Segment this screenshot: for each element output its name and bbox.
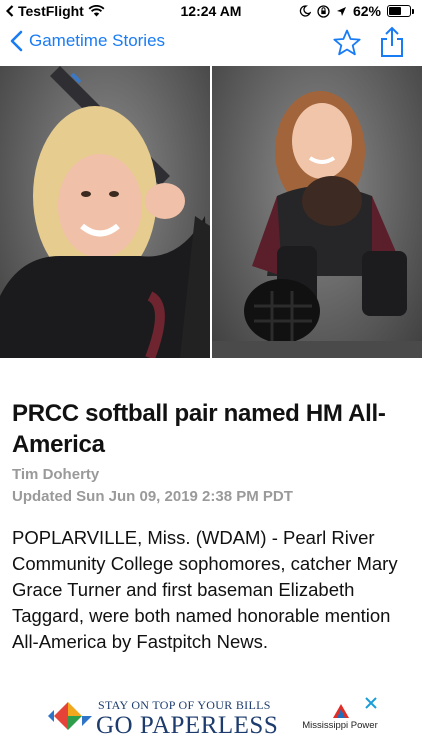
back-to-app-icon	[6, 5, 14, 17]
back-button-label: Gametime Stories	[29, 31, 166, 50]
back-to-app-label: TestFlight	[18, 3, 84, 19]
article: PRCC softball pair named HM All-America …	[0, 358, 422, 655]
paperless-arrow-logo-icon	[48, 702, 92, 730]
ad-brand-name: Mississippi Power	[302, 720, 378, 731]
back-button[interactable]: Gametime Stories	[10, 30, 165, 52]
do-not-disturb-moon-icon	[299, 5, 311, 17]
ad-tagline: STAY ON TOP OF YOUR BILLS	[98, 698, 271, 712]
article-author: Tim Doherty	[12, 466, 100, 483]
status-bar: TestFlight 12:24 AM 62%	[0, 0, 422, 22]
article-updated-timestamp: Updated Sun Jun 09, 2019 2:38 PM PDT	[12, 488, 293, 505]
share-icon[interactable]	[378, 26, 406, 58]
battery-percent: 62%	[352, 3, 381, 19]
hero-image[interactable]	[0, 66, 422, 358]
player-photo-left	[0, 66, 210, 358]
ad-headline: GO PAPERLESS	[96, 712, 279, 739]
article-body: POPLARVILLE, Miss. (WDAM) - Pearl River …	[12, 527, 398, 652]
star-icon[interactable]	[332, 28, 362, 58]
status-left[interactable]: TestFlight	[6, 3, 105, 19]
location-arrow-icon	[336, 6, 346, 16]
status-right: 62%	[299, 3, 414, 19]
close-icon[interactable]	[364, 696, 378, 710]
mississippi-power-logo-icon	[333, 704, 349, 718]
ad-banner[interactable]: STAY ON TOP OF YOUR BILLS GO PAPERLESS M…	[0, 690, 422, 750]
battery-icon	[387, 5, 414, 17]
orientation-lock-icon	[317, 4, 330, 18]
player-photo-right	[212, 66, 422, 358]
chevron-left-icon	[10, 30, 23, 52]
wifi-icon	[88, 5, 105, 17]
article-headline: PRCC softball pair named HM All-America	[12, 400, 386, 458]
navigation-bar: Gametime Stories	[0, 22, 422, 66]
